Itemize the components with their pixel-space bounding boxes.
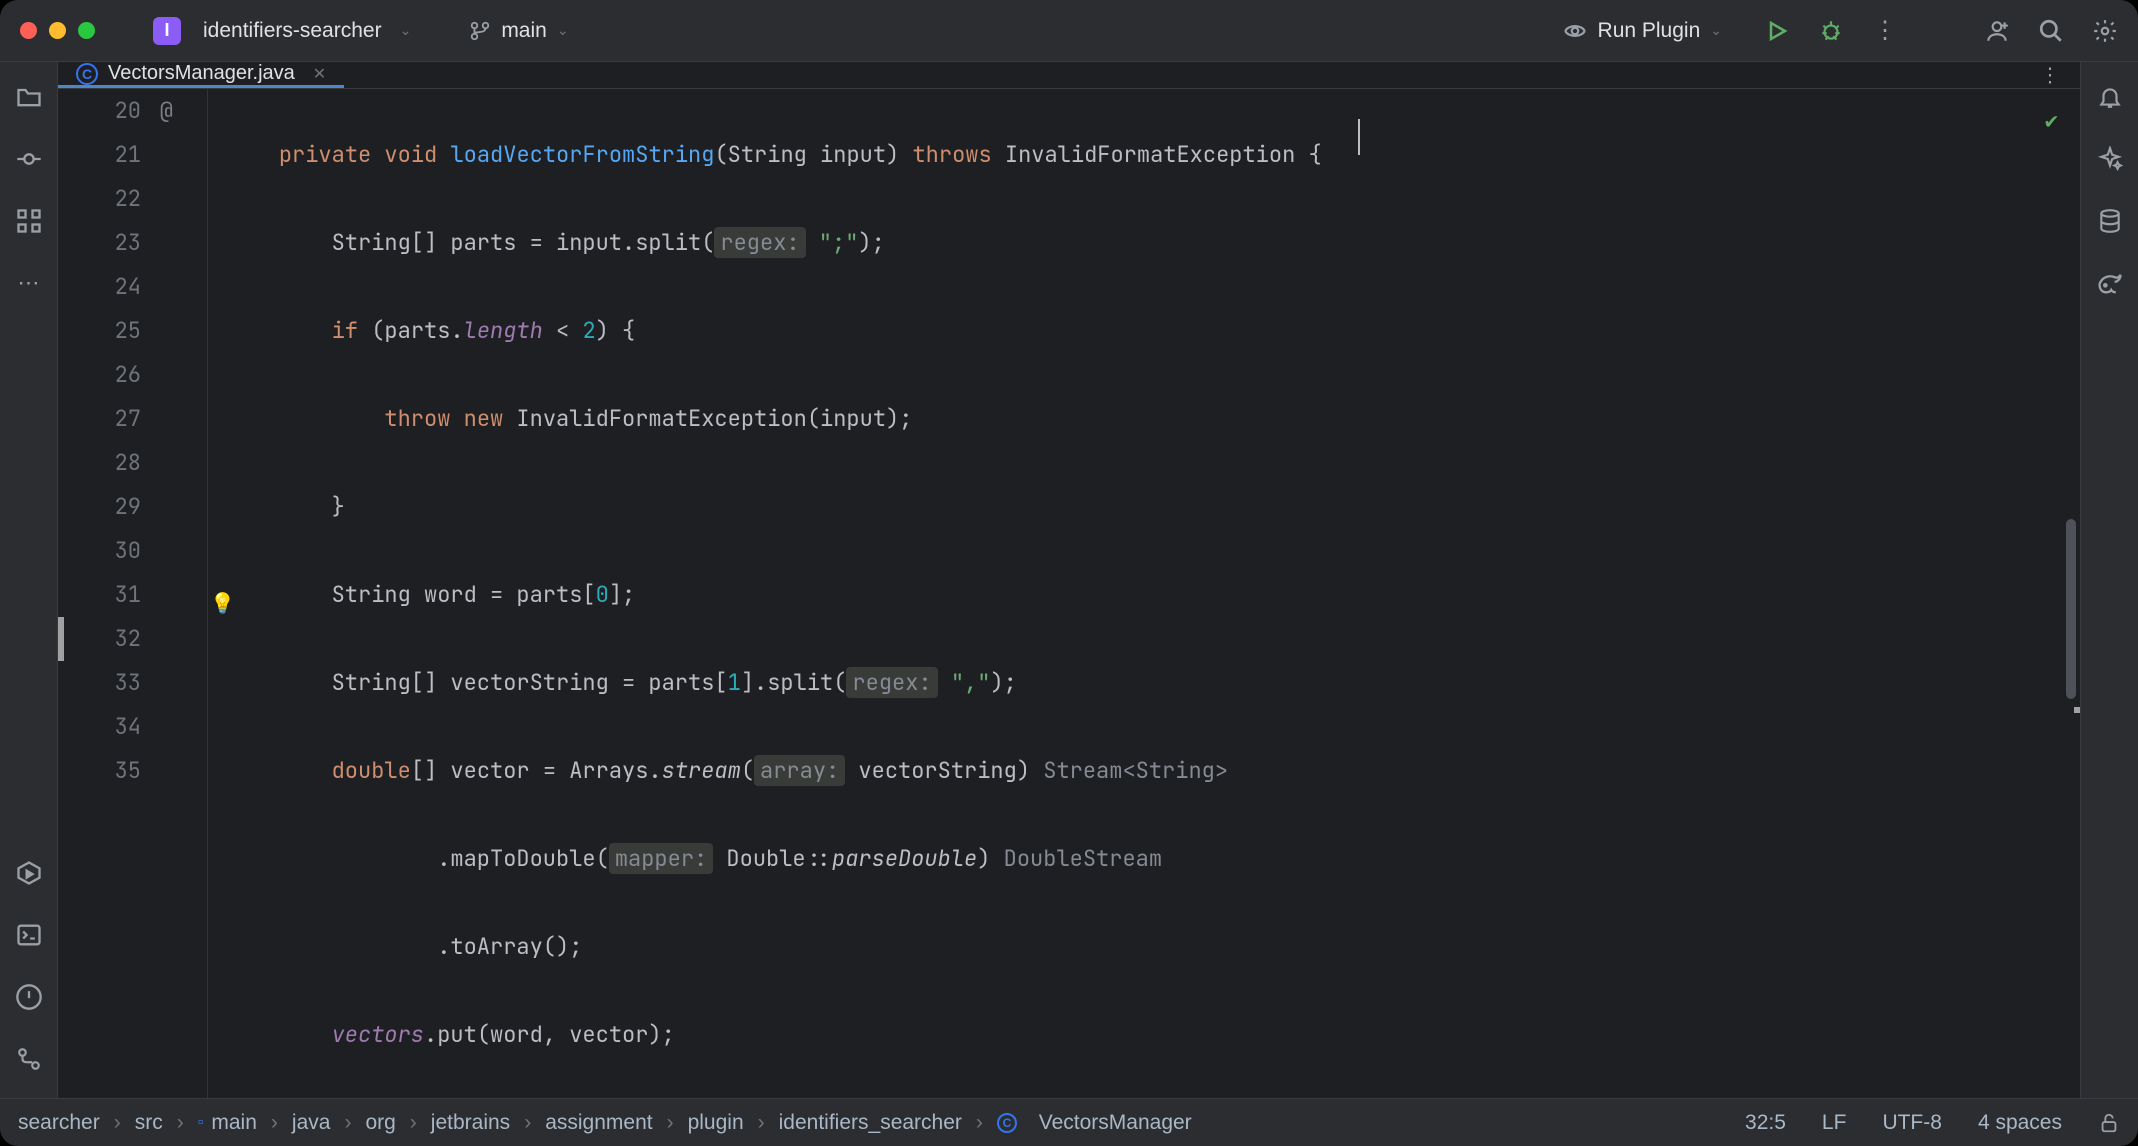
branch-icon [469,20,491,42]
breadcrumb-item[interactable]: ▫main [198,1111,257,1135]
problems-tool-icon[interactable] [14,982,44,1012]
code-with-me-icon[interactable] [1984,18,2010,44]
readonly-lock-icon[interactable] [2098,1112,2120,1134]
vcs-tool-icon[interactable] [14,1044,44,1074]
tab-more-icon[interactable]: ⋮ [2040,63,2060,88]
gradle-tool-icon[interactable] [2095,268,2125,298]
left-tool-strip: ⋯ [0,62,58,1098]
chevron-down-icon: ⌄ [557,22,569,39]
editor-gutter[interactable]: 20@ 21 22 23 24 25 26 27 28 29 30 31💡 32… [58,89,208,1098]
ide-window: I identifiers-searcher ⌄ main ⌄ Run Plug… [0,0,2138,1146]
line-number[interactable]: 25 [115,316,141,345]
commit-tool-icon[interactable] [14,144,44,174]
line-number[interactable]: 33 [115,668,141,697]
tab-filename: VectorsManager.java [108,62,295,85]
minimize-window[interactable] [49,22,66,39]
editor[interactable]: ✔ 20@ 21 22 23 24 25 26 27 28 29 30 31💡 [58,89,2080,1098]
database-tool-icon[interactable] [2095,206,2125,236]
breadcrumb-item[interactable]: assignment [545,1111,652,1135]
line-number[interactable]: 35 [115,756,141,785]
module-icon: ▫ [198,1114,204,1132]
current-line-marker [58,617,64,661]
class-file-icon: C [997,1113,1017,1133]
breadcrumb-item[interactable]: identifiers_searcher [779,1111,962,1135]
breadcrumb-item[interactable]: C VectorsManager [997,1111,1192,1135]
chevron-down-icon: ⌄ [1710,22,1722,39]
breadcrumb-item[interactable]: jetbrains [431,1111,510,1135]
class-file-icon: C [76,63,98,85]
project-chevron-icon[interactable]: ⌄ [400,22,412,39]
line-number[interactable]: 34 [115,712,141,741]
file-encoding[interactable]: UTF-8 [1882,1111,1942,1135]
line-separator[interactable]: LF [1822,1111,1847,1135]
project-name[interactable]: identifiers-searcher [203,19,382,43]
services-tool-icon[interactable] [14,858,44,888]
run-config-label: Run Plugin [1598,19,1701,43]
run-config-icon [1562,18,1588,44]
line-number[interactable]: 26 [115,360,141,389]
breadcrumb-item[interactable]: org [365,1111,395,1135]
branch-name: main [501,19,547,43]
toolbar-actions: ⋮ [1764,18,2118,44]
line-number[interactable]: 22 [115,184,141,213]
editor-tabs: C VectorsManager.java ✕ ⋮ [58,62,2080,89]
project-badge[interactable]: I [153,17,181,45]
vcs-branch-widget[interactable]: main ⌄ [469,19,568,43]
notifications-icon[interactable] [2095,82,2125,112]
close-tab-icon[interactable]: ✕ [313,64,326,84]
project-tool-icon[interactable] [14,82,44,112]
line-number[interactable]: 30 [115,536,141,565]
more-tools-icon[interactable]: ⋯ [14,268,44,298]
search-everywhere-icon[interactable] [2038,18,2064,44]
run-configuration[interactable]: Run Plugin ⌄ [1562,18,1722,44]
breadcrumb-item[interactable]: java [292,1111,331,1135]
breadcrumb-item[interactable]: searcher [18,1111,100,1135]
indent-settings[interactable]: 4 spaces [1978,1111,2062,1135]
line-number[interactable]: 31 [115,580,141,609]
breadcrumb-item[interactable]: src [135,1111,163,1135]
fullscreen-window[interactable] [78,22,95,39]
line-number[interactable]: 20 [115,96,141,125]
window-controls [20,22,95,39]
ai-assistant-icon[interactable] [2095,144,2125,174]
status-bar: searcher› src› ▫main› java› org› jetbrai… [0,1098,2138,1146]
debug-button[interactable] [1818,18,1844,44]
line-number[interactable]: 27 [115,404,141,433]
override-marker-icon[interactable]: @ [160,89,173,133]
line-number[interactable]: 32 [115,624,141,653]
editor-content[interactable]: private void loadVectorFromString(String… [208,89,2080,1098]
run-button[interactable] [1764,18,1790,44]
breadcrumb-item[interactable]: plugin [688,1111,744,1135]
line-number[interactable]: 29 [115,492,141,521]
line-number[interactable]: 21 [115,140,141,169]
titlebar: I identifiers-searcher ⌄ main ⌄ Run Plug… [0,0,2138,62]
line-number[interactable]: 24 [115,272,141,301]
more-actions-icon[interactable]: ⋮ [1872,18,1898,44]
right-tool-strip [2080,62,2138,1098]
editor-tab-active[interactable]: C VectorsManager.java ✕ [58,62,344,88]
line-number[interactable]: 28 [115,448,141,477]
structure-tool-icon[interactable] [14,206,44,236]
settings-icon[interactable] [2092,18,2118,44]
terminal-tool-icon[interactable] [14,920,44,950]
close-window[interactable] [20,22,37,39]
line-number[interactable]: 23 [115,228,141,257]
caret-position[interactable]: 32:5 [1745,1111,1786,1135]
